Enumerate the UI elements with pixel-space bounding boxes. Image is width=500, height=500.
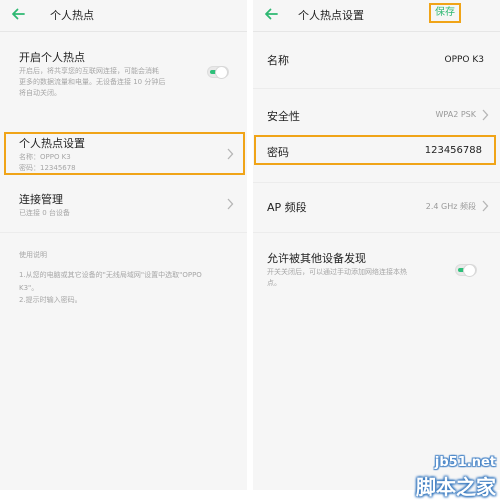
security-value: WPA2 PSK [435,110,476,119]
watermark-text: 脚本之家 [416,475,496,499]
right-screen-hotspot-settings: 个人热点设置 保存 名称 OPPO K3 安全性 WPA2 PSK 密码 123… [253,0,500,490]
right-header: 个人热点设置 保存 [253,0,500,33]
save-button[interactable]: 保存 [429,3,461,23]
section-divider [0,232,247,233]
password-label: 密码 [267,146,289,159]
page-title: 个人热点设置 [298,9,364,22]
name-value: OPPO K3 [444,55,484,65]
chevron-right-icon [227,198,234,210]
name-label: 名称 [267,54,289,67]
ap-band-label: AP 频段 [267,201,307,214]
hotspot-settings-password: 密码：12345678 [19,164,76,172]
watermark-url: jb51.net [434,455,496,470]
ap-band-value: 2.4 GHz 频段 [425,202,476,211]
back-arrow-icon[interactable] [263,6,279,22]
header-divider [0,31,247,32]
back-arrow-icon[interactable] [10,6,26,22]
site-watermark: jb51.net 脚本之家 [398,455,500,500]
hotspot-toggle-title: 开启个人热点 [19,51,85,64]
toggle-knob [215,66,228,79]
section-divider [253,88,500,89]
discoverable-title: 允许被其他设备发现 [267,252,366,265]
hotspot-description-line-2: 更多的数据流量和电量。无设备连接 10 分钟后 [19,78,166,86]
hotspot-settings-name: 名称：OPPO K3 [19,153,71,161]
screenshot-root: 个人热点 开启个人热点 开启后，将共享您的互联网连接，可能会消耗 更多的数据流量… [0,0,500,500]
security-label: 安全性 [267,110,300,123]
section-divider [253,182,500,183]
chevron-right-icon [482,200,489,212]
chevron-right-icon [227,148,234,160]
header-divider [253,31,500,32]
discoverable-toggle-switch[interactable] [455,264,477,277]
page-title: 个人热点 [50,9,94,22]
chevron-right-icon [482,109,489,121]
left-screen-hotspot: 个人热点 开启个人热点 开启后，将共享您的互联网连接，可能会消耗 更多的数据流量… [0,0,247,490]
instructions-line-3: 2.提示时输入密码。 [19,296,82,304]
discoverable-description-line-1: 开关关闭后，可以通过手动添加网络连接本热 [267,268,407,276]
hotspot-settings-title: 个人热点设置 [19,137,85,150]
connection-management-subtitle: 已连接 0 台设备 [19,209,70,217]
section-divider [253,232,500,233]
hotspot-description-line-3: 将自动关闭。 [19,89,61,97]
instructions-heading: 使用说明 [19,251,47,259]
discoverable-description-line-2: 点。 [267,279,281,287]
password-value[interactable]: 123456788 [425,145,482,156]
left-header: 个人热点 [0,0,247,33]
instructions-line-2: K3"。 [19,284,39,292]
toggle-knob [463,264,476,277]
hotspot-toggle-switch[interactable] [207,66,229,79]
instructions-line-1: 1.从您的电脑或其它设备的"无线局域网"设置中选取"OPPO [19,271,202,279]
connection-management-title: 连接管理 [19,193,63,206]
hotspot-description-line-1: 开启后，将共享您的互联网连接，可能会消耗 [19,67,159,75]
